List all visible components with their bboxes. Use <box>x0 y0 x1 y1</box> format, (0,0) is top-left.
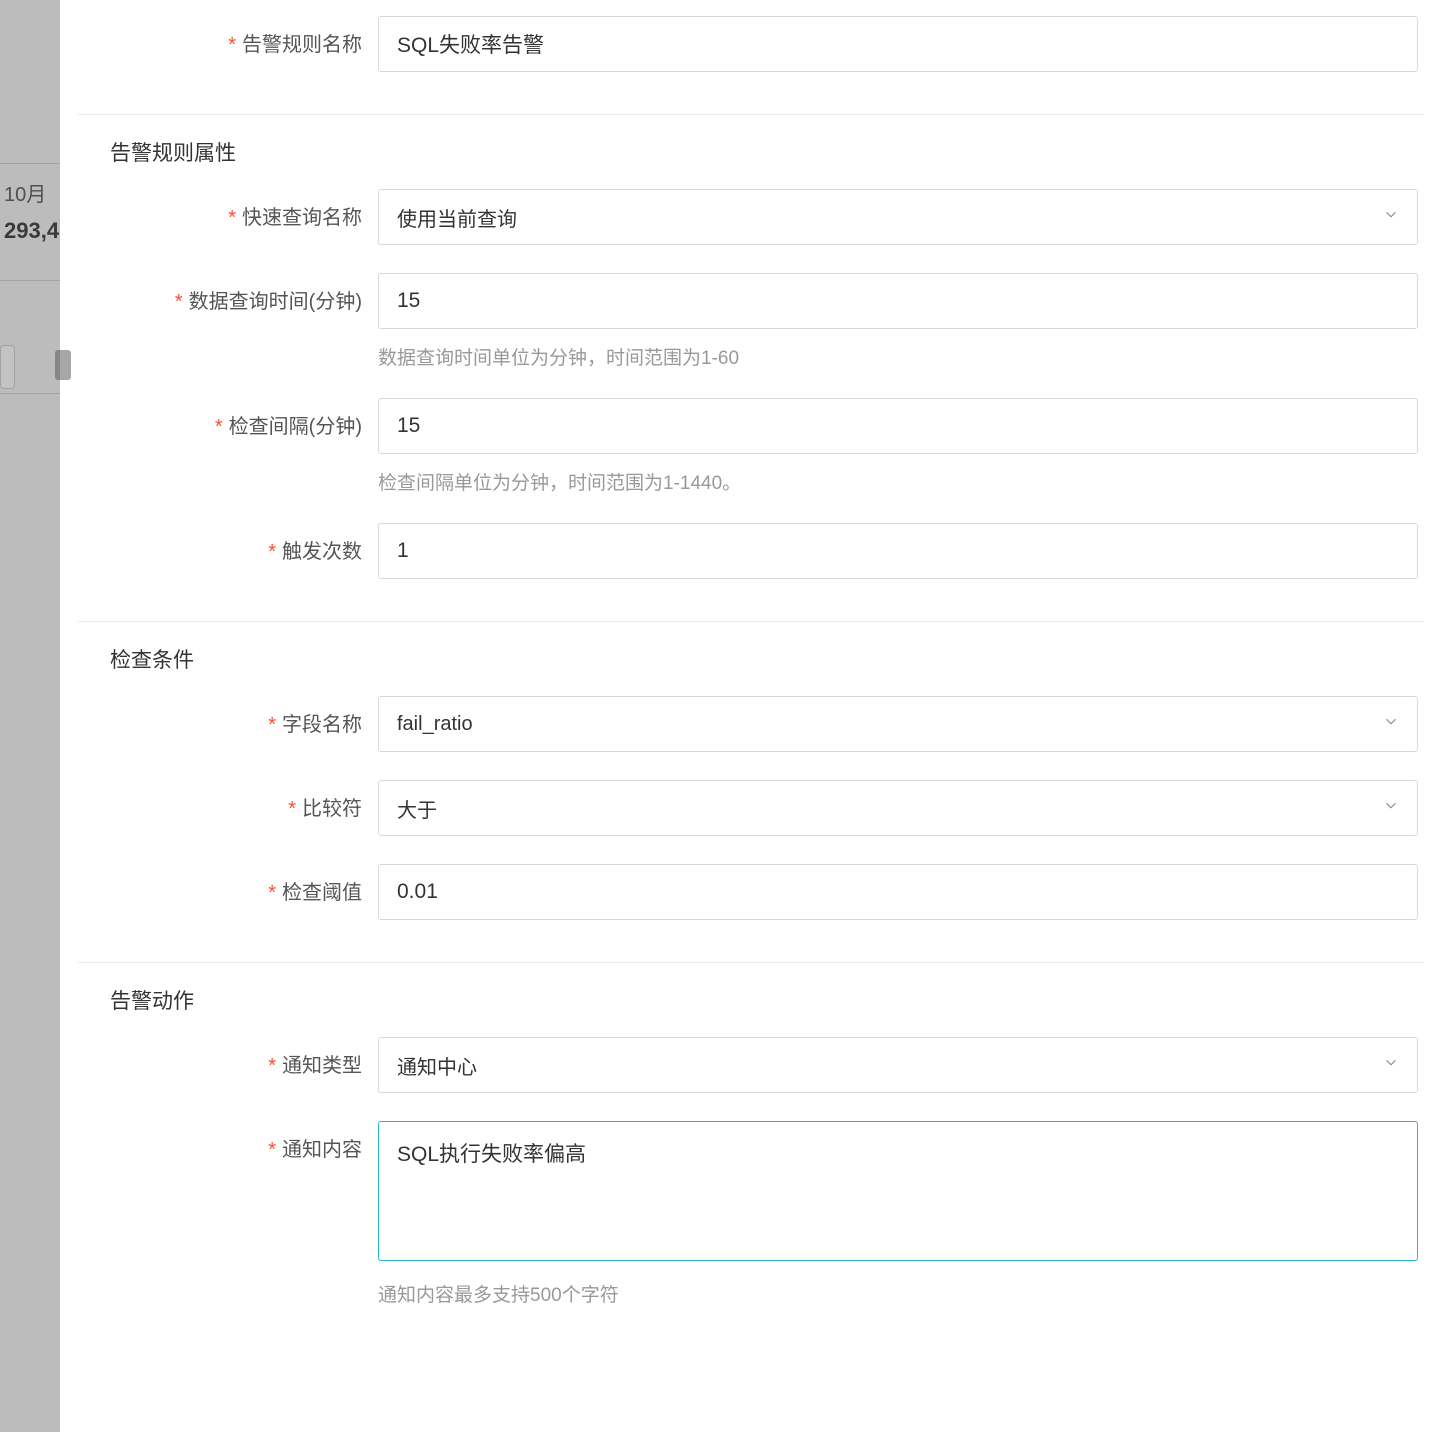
check-interval-input[interactable] <box>378 398 1418 454</box>
form-row-comparator: *比较符 大于 <box>78 766 1424 850</box>
label-trigger-count: *触发次数 <box>78 523 378 564</box>
label-notify-type: *通知类型 <box>78 1037 378 1078</box>
required-asterisk: * <box>268 541 276 563</box>
required-asterisk: * <box>288 798 296 820</box>
label-query-time: *数据查询时间(分钟) <box>78 273 378 314</box>
label-rule-name: *告警规则名称 <box>78 16 378 57</box>
form-row-quick-query: *快速查询名称 使用当前查询 <box>78 175 1424 259</box>
label-comparator: *比较符 <box>78 780 378 821</box>
required-asterisk: * <box>268 714 276 736</box>
required-asterisk: * <box>228 207 236 229</box>
label-threshold: *检查阈值 <box>78 864 378 905</box>
alert-rule-form-modal: *告警规则名称 告警规则属性 *快速查询名称 使用当前查询 *数据查询时间(分钟… <box>78 0 1424 1432</box>
form-row-check-interval: *检查间隔(分钟) 检查间隔单位为分钟，时间范围为1-1440。 <box>78 384 1424 509</box>
comparator-select[interactable]: 大于 <box>378 780 1418 836</box>
required-asterisk: * <box>175 291 183 313</box>
label-check-interval: *检查间隔(分钟) <box>78 398 378 439</box>
form-row-notify-content: *通知内容 通知内容最多支持500个字符 <box>78 1107 1424 1321</box>
label-field-name: *字段名称 <box>78 696 378 737</box>
form-row-threshold: *检查阈值 <box>78 850 1424 934</box>
modal-backdrop <box>0 0 60 1432</box>
section-title-attributes: 告警规则属性 <box>78 115 1424 175</box>
form-row-rule-name: *告警规则名称 <box>78 12 1424 86</box>
query-time-input[interactable] <box>378 273 1418 329</box>
query-time-help: 数据查询时间单位为分钟，时间范围为1-60 <box>378 343 1418 370</box>
required-asterisk: * <box>215 416 223 438</box>
comparator-value: 大于 <box>397 794 437 823</box>
required-asterisk: * <box>268 1055 276 1077</box>
section-title-action: 告警动作 <box>78 963 1424 1023</box>
form-row-query-time: *数据查询时间(分钟) 数据查询时间单位为分钟，时间范围为1-60 <box>78 259 1424 384</box>
required-asterisk: * <box>268 1139 276 1161</box>
field-name-value: fail_ratio <box>397 713 473 736</box>
label-quick-query: *快速查询名称 <box>78 189 378 230</box>
section-title-condition: 检查条件 <box>78 622 1424 682</box>
form-row-trigger-count: *触发次数 <box>78 509 1424 593</box>
notify-type-select[interactable]: 通知中心 <box>378 1037 1418 1093</box>
required-asterisk: * <box>228 34 236 56</box>
required-asterisk: * <box>268 882 276 904</box>
form-row-notify-type: *通知类型 通知中心 <box>78 1023 1424 1107</box>
form-row-field-name: *字段名称 fail_ratio <box>78 682 1424 766</box>
rule-name-input[interactable] <box>378 16 1418 72</box>
notify-type-value: 通知中心 <box>397 1051 477 1080</box>
trigger-count-input[interactable] <box>378 523 1418 579</box>
quick-query-value: 使用当前查询 <box>397 203 517 232</box>
label-notify-content: *通知内容 <box>78 1121 378 1162</box>
threshold-input[interactable] <box>378 864 1418 920</box>
check-interval-help: 检查间隔单位为分钟，时间范围为1-1440。 <box>378 468 1418 495</box>
notify-content-help: 通知内容最多支持500个字符 <box>378 1280 1418 1307</box>
quick-query-select[interactable]: 使用当前查询 <box>378 189 1418 245</box>
field-name-select[interactable]: fail_ratio <box>378 696 1418 752</box>
notify-content-textarea[interactable] <box>378 1121 1418 1261</box>
